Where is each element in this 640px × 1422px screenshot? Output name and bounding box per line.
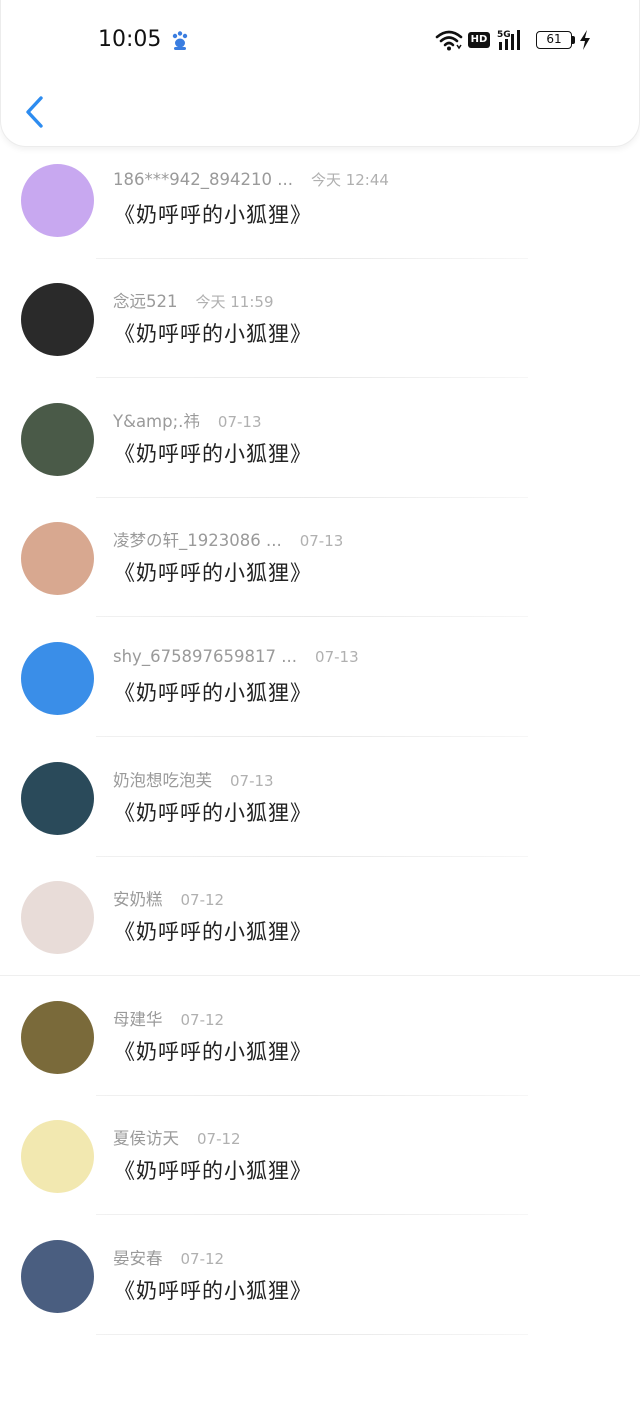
wifi-icon [435,30,463,51]
message-date: 07-13 [299,532,344,551]
avatar[interactable] [21,402,94,476]
avatar[interactable] [21,522,94,596]
name-line: 念远521 今天 11:59 [113,288,274,312]
message-list-item[interactable]: 凌梦の轩_1923086 ... 07-13 《奶呼呼的小狐狸》 [0,498,640,618]
user-name[interactable]: 夏侯访天 [113,1129,179,1148]
message-date: 07-13 [315,648,359,666]
message-date: 07-13 [230,771,274,790]
battery-tip [572,36,575,44]
user-name[interactable]: 母建华 [113,1010,163,1029]
svg-text:5G: 5G [497,30,511,40]
status-time: 10:05 [98,27,162,52]
message-text: 《奶呼呼的小狐狸》 [114,1279,312,1303]
user-name[interactable]: Y&amp;.祎 [113,412,200,431]
message-date: 07-12 [180,1010,225,1029]
message-list-item[interactable]: 晏安春 07-12 《奶呼呼的小狐狸》 [0,1216,640,1336]
name-line: 安奶糕 07-12 [113,886,224,910]
avatar[interactable] [21,1240,94,1313]
avatar[interactable] [21,1120,94,1194]
name-line: Y&amp;.祎 07-13 [113,408,262,432]
message-date: 07-12 [197,1130,241,1149]
avatar[interactable] [21,163,94,237]
message-date: 07-12 [180,1250,225,1268]
message-list-item[interactable]: 安奶糕 07-12 《奶呼呼的小狐狸》 [0,857,640,977]
top-header: 10:05 HD 5G 61 [0,0,640,147]
message-text: 《奶呼呼的小狐狸》 [114,920,312,945]
message-date: 今天 11:59 [195,293,274,312]
name-line: 晏安春 07-12 [113,1245,224,1269]
message-list-item[interactable]: shy_675897659817 ... 07-13 《奶呼呼的小狐狸》 [0,618,640,738]
message-list-item[interactable]: 奶泡想吃泡芙 07-13 《奶呼呼的小狐狸》 [0,738,640,858]
user-name[interactable]: 安奶糕 [113,890,163,909]
message-list-item[interactable]: 念远521 今天 11:59 《奶呼呼的小狐狸》 [0,259,640,379]
user-name[interactable]: 186***942_894210 ... [113,170,293,189]
name-line: shy_675897659817 ... 07-13 [113,647,359,666]
message-text: 《奶呼呼的小狐狸》 [114,322,312,347]
charging-bolt-icon [580,30,590,50]
avatar[interactable] [21,642,94,715]
avatar[interactable] [21,761,94,835]
message-text: 《奶呼呼的小狐狸》 [114,681,312,705]
user-name[interactable]: 凌梦の轩_1923086 ... [113,531,282,550]
avatar[interactable] [21,881,94,955]
message-list-item[interactable]: 186***942_894210 ... 今天 12:44 《奶呼呼的小狐狸》 [0,140,640,260]
user-name[interactable]: 念远521 [113,292,178,311]
row-divider [96,1334,528,1335]
message-text: 《奶呼呼的小狐狸》 [114,561,312,586]
message-list-item[interactable]: 母建华 07-12 《奶呼呼的小狐狸》 [0,977,640,1097]
name-line: 奶泡想吃泡芙 07-13 [113,767,274,791]
user-name[interactable]: 晏安春 [113,1249,163,1268]
name-line: 夏侯访天 07-12 [113,1125,241,1149]
name-line: 母建华 07-12 [113,1006,224,1030]
user-name[interactable]: shy_675897659817 ... [113,647,297,666]
message-date: 今天 12:44 [310,170,389,189]
hd-voice-icon: HD [468,32,490,48]
status-bar: 10:05 HD 5G 61 [1,22,640,62]
battery-indicator: 61 [536,31,572,49]
message-text: 《奶呼呼的小狐狸》 [114,441,312,466]
signal-5g-icon: 5G [497,30,520,50]
message-date: 07-12 [180,891,225,910]
message-text: 《奶呼呼的小狐狸》 [114,202,312,227]
message-text: 《奶呼呼的小狐狸》 [114,800,312,825]
message-list-item[interactable]: 夏侯访天 07-12 《奶呼呼的小狐狸》 [0,1096,640,1216]
avatar[interactable] [21,283,94,357]
back-chevron-icon[interactable] [19,90,53,134]
avatar[interactable] [21,1000,94,1074]
message-date: 07-13 [217,412,262,431]
name-line: 凌梦の轩_1923086 ... 07-13 [113,527,343,551]
paw-notification-icon [170,29,190,51]
message-list-item[interactable]: Y&amp;.祎 07-13 《奶呼呼的小狐狸》 [0,379,640,499]
name-line: 186***942_894210 ... 今天 12:44 [113,169,389,190]
user-name[interactable]: 奶泡想吃泡芙 [113,771,212,790]
message-text: 《奶呼呼的小狐狸》 [114,1159,312,1184]
message-text: 《奶呼呼的小狐狸》 [114,1039,312,1064]
comment-list-screen: 晓年不困今天 12:46《奶呼呼的小狐狸》186***942_894210 ..… [0,0,640,1422]
